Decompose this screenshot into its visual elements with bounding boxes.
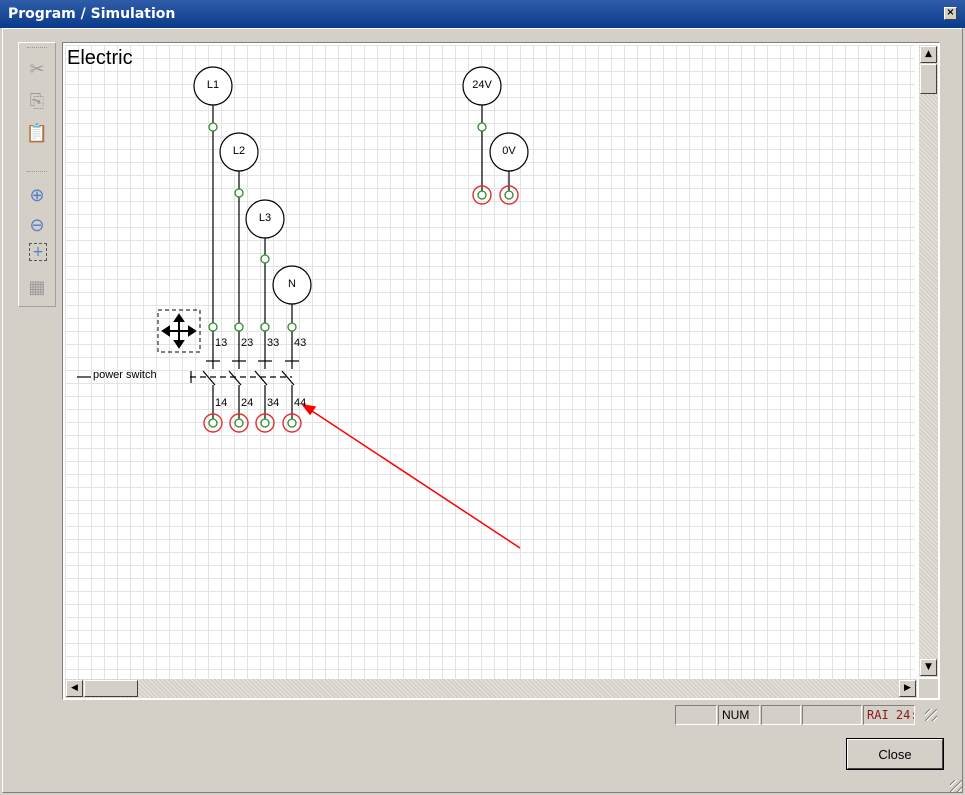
terminal-label: 33 bbox=[267, 337, 280, 349]
status-panel bbox=[675, 705, 717, 725]
terminal-label: 24 bbox=[241, 397, 254, 409]
zoom-select-icon[interactable]: ▦ bbox=[25, 275, 49, 299]
horizontal-scroll-thumb[interactable] bbox=[84, 680, 138, 697]
status-grip-icon[interactable] bbox=[925, 709, 937, 721]
annotation-arrow bbox=[301, 403, 521, 549]
supply-label-24v: 24V bbox=[472, 79, 492, 91]
scroll-down-icon[interactable]: ▼ bbox=[920, 659, 937, 676]
toolbar-grip[interactable] bbox=[27, 47, 47, 51]
window-resize-grip-icon[interactable] bbox=[950, 780, 962, 792]
terminal-label: 43 bbox=[294, 337, 307, 349]
status-panel bbox=[802, 705, 862, 725]
supply-label-n: N bbox=[288, 278, 296, 290]
scroll-left-icon[interactable]: ◀ bbox=[66, 680, 83, 697]
terminal-label: 14 bbox=[215, 397, 228, 409]
supply-label-0v: 0V bbox=[502, 145, 516, 157]
status-num: NUM bbox=[718, 705, 760, 725]
terminal-label: 13 bbox=[215, 337, 228, 349]
scroll-right-icon[interactable]: ▶ bbox=[899, 680, 916, 697]
titlebar: Program / Simulation × bbox=[0, 0, 965, 28]
supply-label-l2: L2 bbox=[232, 145, 246, 157]
vertical-scroll-thumb[interactable] bbox=[920, 64, 937, 94]
scroll-up-icon[interactable]: ▲ bbox=[920, 46, 937, 63]
scroll-corner bbox=[919, 679, 938, 698]
zoom-in-icon[interactable]: ⊕ bbox=[25, 183, 49, 207]
zoom-out-icon[interactable]: ⊖ bbox=[25, 213, 49, 237]
window-close-icon[interactable]: × bbox=[944, 7, 957, 20]
grid-area[interactable]: Electric L1 L2 L3 N 24V 0V power switch … bbox=[65, 45, 915, 679]
close-button[interactable]: Close bbox=[846, 738, 944, 770]
supply-label-l1: L1 bbox=[206, 79, 220, 91]
vertical-scrollbar[interactable]: ▲ ▼ bbox=[919, 45, 938, 677]
supply-label-l3: L3 bbox=[258, 212, 272, 224]
zoom-fit-icon[interactable]: + bbox=[29, 243, 47, 261]
horizontal-scrollbar[interactable]: ◀ ▶ bbox=[65, 679, 917, 698]
terminal-label: 23 bbox=[241, 337, 254, 349]
cut-icon[interactable]: ✂ bbox=[25, 57, 49, 81]
diagram-canvas[interactable]: Electric L1 L2 L3 N 24V 0V power switch … bbox=[62, 42, 940, 700]
schematic bbox=[77, 66, 529, 549]
window-title: Program / Simulation bbox=[8, 6, 176, 22]
move-icon[interactable] bbox=[161, 313, 197, 349]
terminal-label: 44 bbox=[294, 397, 307, 409]
switch-label: power switch bbox=[93, 369, 157, 381]
vertical-toolbar: ✂ ⎘ 📋 ⊕ ⊖ + ▦ bbox=[18, 42, 56, 307]
copy-icon[interactable]: ⎘ bbox=[25, 89, 49, 113]
status-panel: RAI 24: bbox=[863, 705, 915, 725]
terminal-label: 34 bbox=[267, 397, 280, 409]
toolbar-grip[interactable] bbox=[27, 171, 47, 175]
paste-icon[interactable]: 📋 bbox=[25, 121, 49, 145]
status-panel bbox=[761, 705, 801, 725]
